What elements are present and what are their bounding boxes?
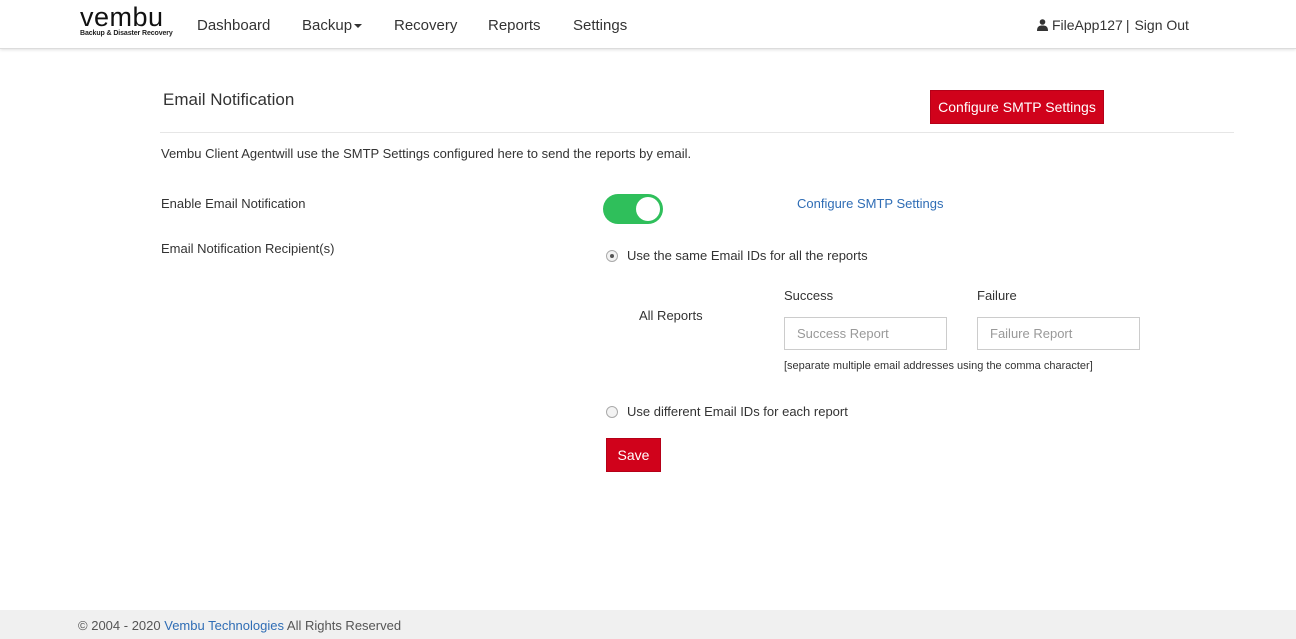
title-divider: [160, 132, 1234, 133]
logo-tagline: Backup & Disaster Recovery: [80, 30, 173, 37]
username[interactable]: FileApp127: [1052, 17, 1123, 33]
option-same-email-ids[interactable]: Use the same Email IDs for all the repor…: [606, 248, 868, 263]
radio-same-email-ids[interactable]: [606, 249, 618, 262]
logo-wordmark: vembu: [80, 2, 164, 32]
nav-settings[interactable]: Settings: [573, 17, 627, 34]
toggle-knob: [636, 197, 660, 221]
success-report-input[interactable]: [784, 317, 947, 350]
option-different-label: Use different Email IDs for each report: [627, 404, 848, 419]
top-navbar: vembu Backup & Disaster Recovery Dashboa…: [0, 0, 1296, 49]
page-title: Email Notification: [163, 90, 295, 109]
failure-report-input[interactable]: [977, 317, 1140, 350]
nav-backup[interactable]: Backup: [302, 17, 363, 34]
email-separator-hint: [separate multiple email addresses using…: [784, 360, 1093, 372]
user-separator: |: [1125, 17, 1130, 33]
company-link[interactable]: Vembu Technologies: [164, 618, 284, 633]
enable-notification-label: Enable Email Notification: [161, 196, 306, 211]
save-button[interactable]: Save: [606, 438, 661, 472]
rights-text: All Rights Reserved: [286, 618, 402, 633]
footer: © 2004 - 2020 Vembu Technologies All Rig…: [0, 610, 1296, 639]
recipients-label: Email Notification Recipient(s): [161, 241, 335, 256]
all-reports-label: All Reports: [639, 308, 703, 323]
configure-smtp-button[interactable]: Configure SMTP Settings: [930, 90, 1104, 124]
nav-backup-label: Backup: [302, 17, 353, 34]
copyright-years: 2004 - 2020: [91, 618, 161, 633]
copyright-symbol: ©: [78, 618, 88, 633]
option-same-label: Use the same Email IDs for all the repor…: [627, 248, 868, 263]
footer-copyright: © 2004 - 2020 Vembu Technologies All Rig…: [78, 618, 401, 633]
nav-dashboard[interactable]: Dashboard: [197, 17, 270, 34]
description-text: Vembu Client Agentwill use the SMTP Sett…: [161, 146, 692, 161]
success-column-header: Success: [784, 288, 834, 303]
vembu-logo[interactable]: vembu Backup & Disaster Recovery: [80, 3, 180, 43]
radio-different-email-ids[interactable]: [606, 405, 618, 418]
user-menu: FileApp127 | Sign Out: [1037, 17, 1189, 33]
sign-out-link[interactable]: Sign Out: [1134, 17, 1188, 33]
option-different-email-ids[interactable]: Use different Email IDs for each report: [606, 404, 848, 419]
user-icon: [1037, 19, 1048, 31]
configure-smtp-link[interactable]: Configure SMTP Settings: [797, 196, 943, 211]
enable-notification-toggle[interactable]: [603, 194, 663, 224]
caret-down-icon: [354, 24, 363, 29]
nav-recovery[interactable]: Recovery: [394, 17, 457, 34]
nav-reports[interactable]: Reports: [488, 17, 541, 34]
failure-column-header: Failure: [977, 288, 1017, 303]
